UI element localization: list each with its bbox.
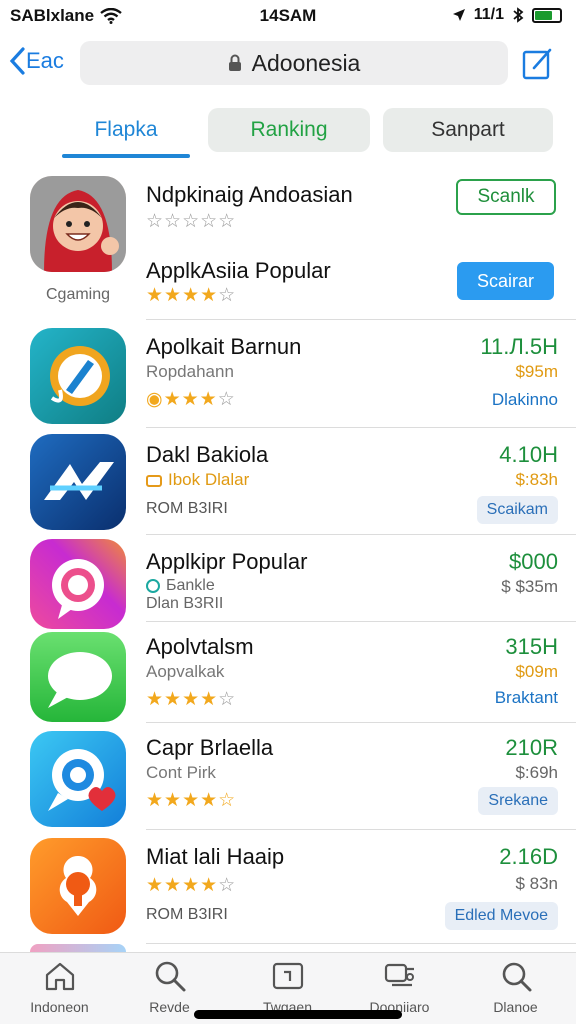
app-icon-partial <box>30 944 126 952</box>
price: 2.16D <box>499 844 558 869</box>
battery-icon <box>532 7 562 23</box>
tabbar-label: Indoneon <box>30 999 89 1015</box>
status-right-text: 11/1 <box>473 6 504 23</box>
featured-row[interactable]: Cgaming Ndpkinaig Andoasian ☆☆☆☆☆ Scanlk… <box>0 168 576 318</box>
app-subtitle-text: Ibok Dlalar <box>168 470 250 489</box>
badge-icon <box>146 578 160 593</box>
app-title: Capr Brlaella <box>146 735 274 760</box>
back-button[interactable]: Eac <box>8 46 64 76</box>
location-icon <box>452 9 465 21</box>
price: $000 <box>509 549 558 574</box>
app-title: Applkipr Popular <box>146 549 308 574</box>
tab-label: Sanpart <box>431 118 505 141</box>
app-meta: ROM B3IRI <box>146 906 228 923</box>
featured-caption: Cgaming <box>45 286 111 303</box>
app-title: ApplkAsiia Popular <box>146 258 331 283</box>
action-link[interactable]: Dlakinno <box>492 390 558 410</box>
app-icon-messages <box>30 632 126 722</box>
app-icon-arrows <box>30 434 126 530</box>
status-right: 11/1 <box>452 6 562 24</box>
back-label: Eac <box>26 48 64 73</box>
home-icon <box>45 962 74 991</box>
list-item[interactable]: Capr Brlaella Cont Pirk ★★★★☆ 210R $:69h… <box>0 723 576 829</box>
action-pill[interactable]: Edled Mevoe <box>444 902 558 930</box>
list-item[interactable]: Miat lali Haaip ★★★★☆ ROM B3IRI 2.16D $ … <box>0 830 576 942</box>
star-rating: ★★★★☆ <box>146 875 237 896</box>
price: 4.10H <box>499 442 558 467</box>
tab-sanpart[interactable]: Sanpart <box>383 108 553 152</box>
size: $95m <box>515 362 558 381</box>
size: $ 83n <box>515 874 558 893</box>
search-alt-icon <box>502 962 531 992</box>
app-title: Apolkait Barnun <box>146 334 302 359</box>
app-icon-chat <box>30 731 126 827</box>
action-link[interactable]: Braktant <box>495 688 558 708</box>
search-icon <box>155 961 185 992</box>
bluetooth-icon <box>513 7 524 23</box>
segment-tabs: Flapka Ranking Sanpart <box>0 108 576 160</box>
size: $ $35m <box>501 577 558 596</box>
apps-icon <box>272 962 303 990</box>
games-icon <box>384 963 414 987</box>
star-rating: ★★★★☆ <box>146 285 237 306</box>
tabbar-item-dooniiaro[interactable]: Dooniiaro <box>342 959 457 1015</box>
tabbar-item-revde[interactable]: Revde <box>112 959 227 1015</box>
tabbar-item-twgaen[interactable]: Twgaen <box>230 959 345 1015</box>
app-subtitle-text: Бankle <box>166 577 215 594</box>
scan-button[interactable]: Scanlk <box>456 179 556 215</box>
app-title: Apolvtalsm <box>146 634 254 659</box>
tabbar-item-indoneon[interactable]: Indoneon <box>2 959 117 1015</box>
list-item[interactable]: Applkipr Popular Бankle Dlan B3RII $000 … <box>0 535 576 629</box>
app-subtitle: Ropdahann <box>146 362 234 381</box>
tabbar-label: Dlanoe <box>493 999 538 1015</box>
app-title: Miat lali Haaip <box>146 844 285 869</box>
action-pill[interactable]: Scaikam <box>476 496 558 524</box>
app-meta: Dlan B3RII <box>146 595 224 612</box>
tab-label: Flapka <box>94 118 158 141</box>
list-item[interactable]: Apolvtalsm Aopvalkak ★★★★☆ 315H $09m Bra… <box>0 622 576 722</box>
star-rating: ★★★★☆ <box>146 790 237 811</box>
list-item[interactable]: Dakl Bakiola Ibok Dlalar ROM B3IRI 4.10H… <box>0 428 576 534</box>
app-subtitle: Cont Pirk <box>146 763 216 782</box>
app-subtitle: Aopvalkak <box>146 662 225 681</box>
size: $:69h <box>515 763 558 782</box>
price: 11.Л.5H <box>480 334 558 359</box>
app-icon-character <box>30 176 126 272</box>
divider <box>146 943 576 944</box>
status-bar: SABlxlane 14SAM 11/1 <box>0 0 576 32</box>
app-title: Dakl Bakiola <box>146 442 269 467</box>
price: 315H <box>505 634 558 659</box>
app-subtitle: Бankle <box>146 577 215 595</box>
action-pill[interactable]: Srekane <box>478 787 558 815</box>
app-subtitle: Ibok Dlalar <box>146 470 249 490</box>
lock-icon <box>228 54 241 71</box>
app-icon-instagram <box>30 539 126 629</box>
size: $:83h <box>515 470 558 489</box>
navigation-bar: Eac Adoonesia <box>0 38 576 90</box>
app-meta: ROM B3IRI <box>146 500 228 517</box>
get-button[interactable]: Scairar <box>457 262 554 300</box>
tab-selected-indicator <box>62 154 190 158</box>
app-title: Ndpkinaig Andoasian <box>146 182 353 207</box>
star-rating: ◉★★★☆ <box>146 389 236 410</box>
list-item[interactable]: Apolkait Barnun Ropdahann ◉★★★☆ 11.Л.5H … <box>0 320 576 426</box>
search-text: Adoonesia <box>251 49 361 76</box>
star-rating: ☆☆☆☆☆ <box>146 211 237 232</box>
badge-icon <box>146 474 162 487</box>
app-icon-orange <box>30 838 126 934</box>
star-rating: ★★★★☆ <box>146 689 237 710</box>
tabbar-item-dlanoe[interactable]: Dlanoe <box>458 959 573 1015</box>
tab-ranking[interactable]: Ranking <box>208 108 370 152</box>
tab-flapka[interactable]: Flapka <box>62 108 190 158</box>
home-indicator <box>194 1010 402 1019</box>
search-field[interactable]: Adoonesia <box>80 41 508 85</box>
size: $09m <box>515 662 558 681</box>
app-icon-telegram <box>30 328 126 424</box>
compose-icon[interactable] <box>522 46 554 80</box>
price: 210R <box>505 735 558 760</box>
chevron-left-icon <box>9 47 25 75</box>
tab-label: Ranking <box>250 118 328 141</box>
